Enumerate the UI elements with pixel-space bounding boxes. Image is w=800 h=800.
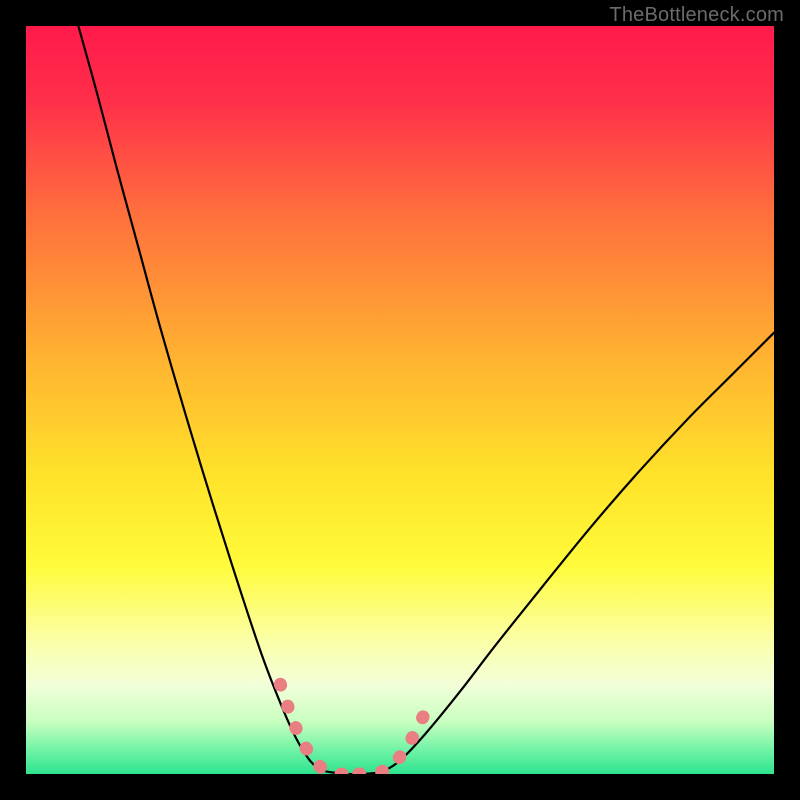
- pink-highlight-left-path: [280, 684, 351, 774]
- watermark-text: TheBottleneck.com: [609, 4, 784, 27]
- valley-flat-path: [320, 770, 381, 774]
- pink-highlight-right-path: [359, 710, 426, 774]
- chart-frame: TheBottleneck.com: [0, 0, 800, 800]
- curve-layer: [26, 26, 774, 774]
- left-curve-path: [78, 26, 320, 770]
- right-curve-path: [381, 333, 774, 773]
- plot-area: [26, 26, 774, 774]
